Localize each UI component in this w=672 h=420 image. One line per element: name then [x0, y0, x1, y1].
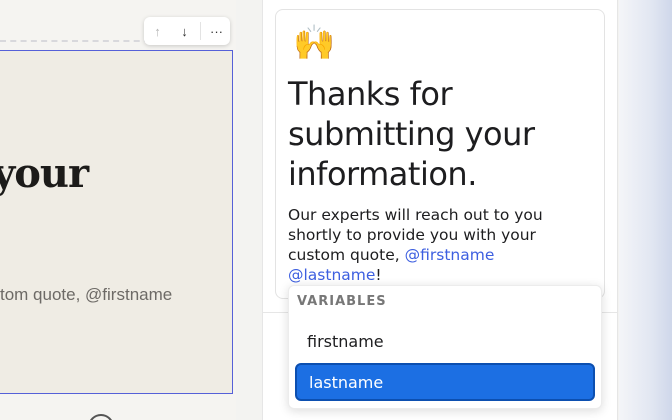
block-toolbar: ↑ ↓ ··· [144, 17, 230, 45]
drop-guide-line [0, 40, 150, 42]
move-up-button[interactable]: ↑ [144, 17, 171, 45]
firstname-variable: @firstname [404, 246, 495, 264]
block-text[interactable]: tom quote, @firstname [0, 285, 172, 305]
more-options-button[interactable]: ··· [203, 17, 230, 45]
arrow-down-icon: ↓ [181, 23, 188, 39]
option-label: lastname [309, 372, 384, 392]
option-label: firstname [307, 331, 384, 351]
variable-option-lastname[interactable]: lastname [295, 363, 595, 401]
arrow-up-icon: ↑ [154, 23, 161, 39]
more-icon: ··· [210, 23, 223, 39]
block-heading[interactable]: your [0, 150, 89, 197]
raising-hands-icon: 🙌 [293, 23, 336, 63]
toolbar-divider [200, 22, 201, 40]
move-down-button[interactable]: ↓ [171, 17, 198, 45]
window-edge [619, 0, 672, 420]
selected-block[interactable] [0, 50, 233, 394]
pane-gutter [236, 0, 262, 420]
card-body[interactable]: Our experts will reach out to you shortl… [288, 205, 588, 285]
add-block-icon[interactable] [88, 414, 114, 420]
variables-dropdown: VARIABLES firstname lastname [288, 285, 602, 409]
lastname-variable: @lastname [288, 266, 376, 284]
card-title: Thanks for submitting your information. [288, 75, 535, 193]
variable-option-firstname[interactable]: firstname [295, 322, 595, 360]
editor-canvas: your tom quote, @firstname ↑ ↓ ··· [0, 0, 236, 420]
variables-header: VARIABLES [297, 294, 387, 309]
card-body-end: ! [375, 266, 382, 284]
